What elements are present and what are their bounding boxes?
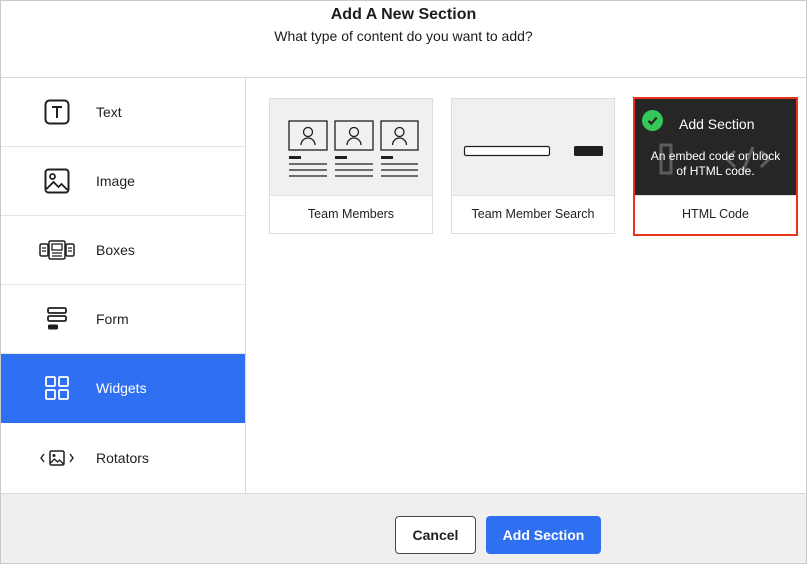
add-section-button[interactable]: Add Section: [486, 516, 601, 554]
boxes-icon: [39, 235, 75, 265]
hover-add-section-label[interactable]: Add Section: [679, 116, 755, 132]
sidebar-item-text[interactable]: Text: [1, 78, 245, 147]
html-code-description: An embed code or block of HTML code.: [650, 149, 781, 178]
team-members-preview: [270, 99, 432, 195]
checkmark-icon: [642, 110, 663, 131]
rotators-icon: [39, 443, 75, 473]
widget-gallery: Team Members Team Member Search Add Sect…: [247, 78, 806, 493]
sidebar-item-label: Rotators: [96, 449, 149, 466]
widget-card-label: HTML Code: [635, 195, 796, 234]
sidebar-item-label: Text: [96, 104, 122, 120]
sidebar-item-form[interactable]: Form: [1, 285, 245, 354]
sidebar-item-rotators[interactable]: Rotators: [1, 423, 245, 492]
dialog-title: Add A New Section: [330, 6, 477, 23]
sidebar-item-image[interactable]: Image: [1, 147, 245, 216]
form-icon: [39, 304, 75, 334]
widget-card-label: Team Member Search: [452, 195, 614, 233]
sidebar-item-label: Form: [96, 311, 129, 327]
content-type-sidebar: Text Image Boxes Form Widgets Rotators: [1, 78, 246, 493]
team-members-illustration: [288, 120, 419, 177]
widget-card-label: Team Members: [270, 195, 432, 233]
text-icon: [39, 97, 75, 127]
widgets-icon: [39, 373, 75, 403]
widget-card-team-member-search[interactable]: Team Member Search: [451, 98, 615, 234]
html-code-preview: Add Section An embed code or block of HT…: [635, 99, 796, 195]
widget-card-team-members[interactable]: Team Members: [269, 98, 433, 234]
team-member-search-preview: [452, 99, 614, 195]
search-bar-illustration: [463, 145, 603, 157]
dialog-subtitle: What type of content do you want to add?: [274, 28, 533, 44]
widget-card-html-code[interactable]: Add Section An embed code or block of HT…: [633, 97, 798, 236]
cancel-button[interactable]: Cancel: [395, 516, 476, 554]
dialog-footer: Cancel Add Section: [1, 493, 806, 563]
sidebar-item-label: Boxes: [96, 242, 135, 258]
sidebar-item-widgets[interactable]: Widgets: [1, 354, 245, 423]
sidebar-item-label: Image: [96, 173, 135, 189]
dialog-header: Add A New Section What type of content d…: [1, 1, 806, 78]
sidebar-item-boxes[interactable]: Boxes: [1, 216, 245, 285]
add-section-dialog: Add A New Section What type of content d…: [0, 0, 807, 564]
sidebar-item-label: Widgets: [96, 380, 147, 396]
image-icon: [39, 166, 75, 196]
